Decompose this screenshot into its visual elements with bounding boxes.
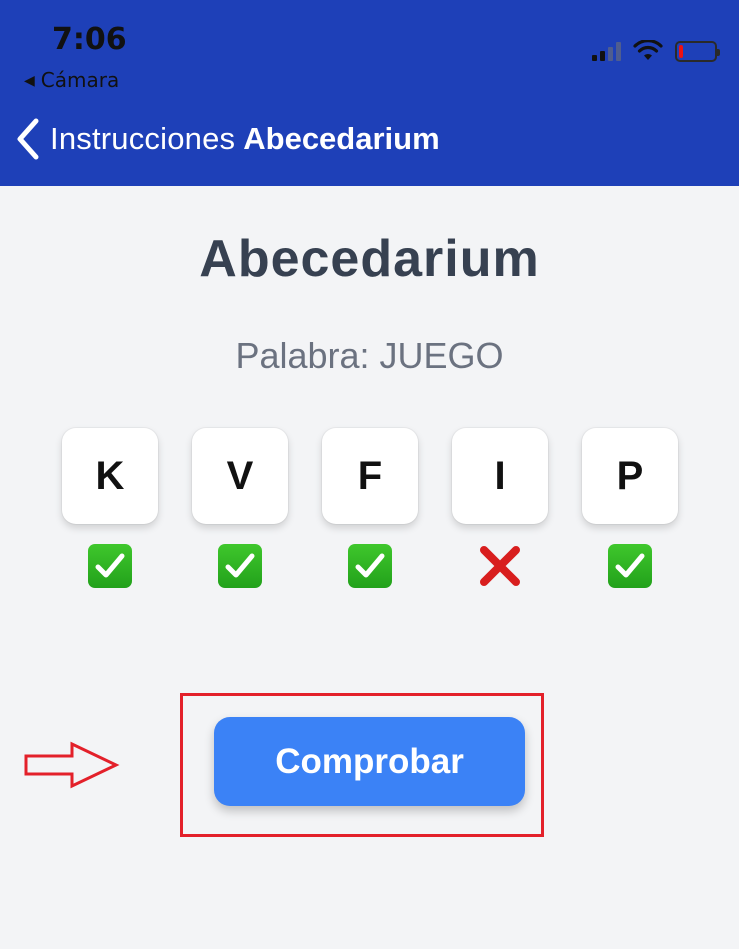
letter-row: K V F I P [62, 428, 678, 588]
check-icon [88, 544, 132, 588]
letter-item: P [582, 428, 678, 588]
chevron-left-icon[interactable] [16, 118, 40, 160]
cross-icon [480, 546, 520, 586]
lower-area [0, 850, 739, 949]
status-time: 7:06 [52, 22, 127, 57]
battery-icon [675, 40, 720, 62]
letter-item: I [452, 428, 548, 588]
back-app-label: Cámara [40, 68, 120, 92]
wifi-icon [633, 40, 663, 60]
top-bar: 7:06 ◀ Cámara Instrucciones Abecedarium [0, 0, 739, 186]
signal-icon [592, 41, 621, 61]
check-icon [218, 544, 262, 588]
letter-tile[interactable]: I [452, 428, 548, 524]
annotation-arrow-icon [24, 741, 120, 789]
letter-item: F [322, 428, 418, 588]
letter-tile[interactable]: P [582, 428, 678, 524]
page-title: Abecedarium [199, 230, 540, 288]
back-to-app-link[interactable]: ◀ Cámara [24, 68, 119, 92]
letter-tile[interactable]: K [62, 428, 158, 524]
check-icon [348, 544, 392, 588]
check-icon [608, 544, 652, 588]
letter-tile[interactable]: F [322, 428, 418, 524]
nav-bar: Instrucciones Abecedarium [16, 118, 440, 160]
letter-item: V [192, 428, 288, 588]
check-answer-button[interactable]: Comprobar [214, 717, 525, 806]
word-label: Palabra: JUEGO [235, 335, 504, 376]
status-icons [592, 40, 720, 62]
letter-tile[interactable]: V [192, 428, 288, 524]
nav-title: Abecedarium [243, 121, 440, 156]
nav-back-button[interactable]: Instrucciones [50, 121, 235, 157]
back-triangle-icon: ◀ [24, 73, 35, 89]
letter-item: K [62, 428, 158, 588]
